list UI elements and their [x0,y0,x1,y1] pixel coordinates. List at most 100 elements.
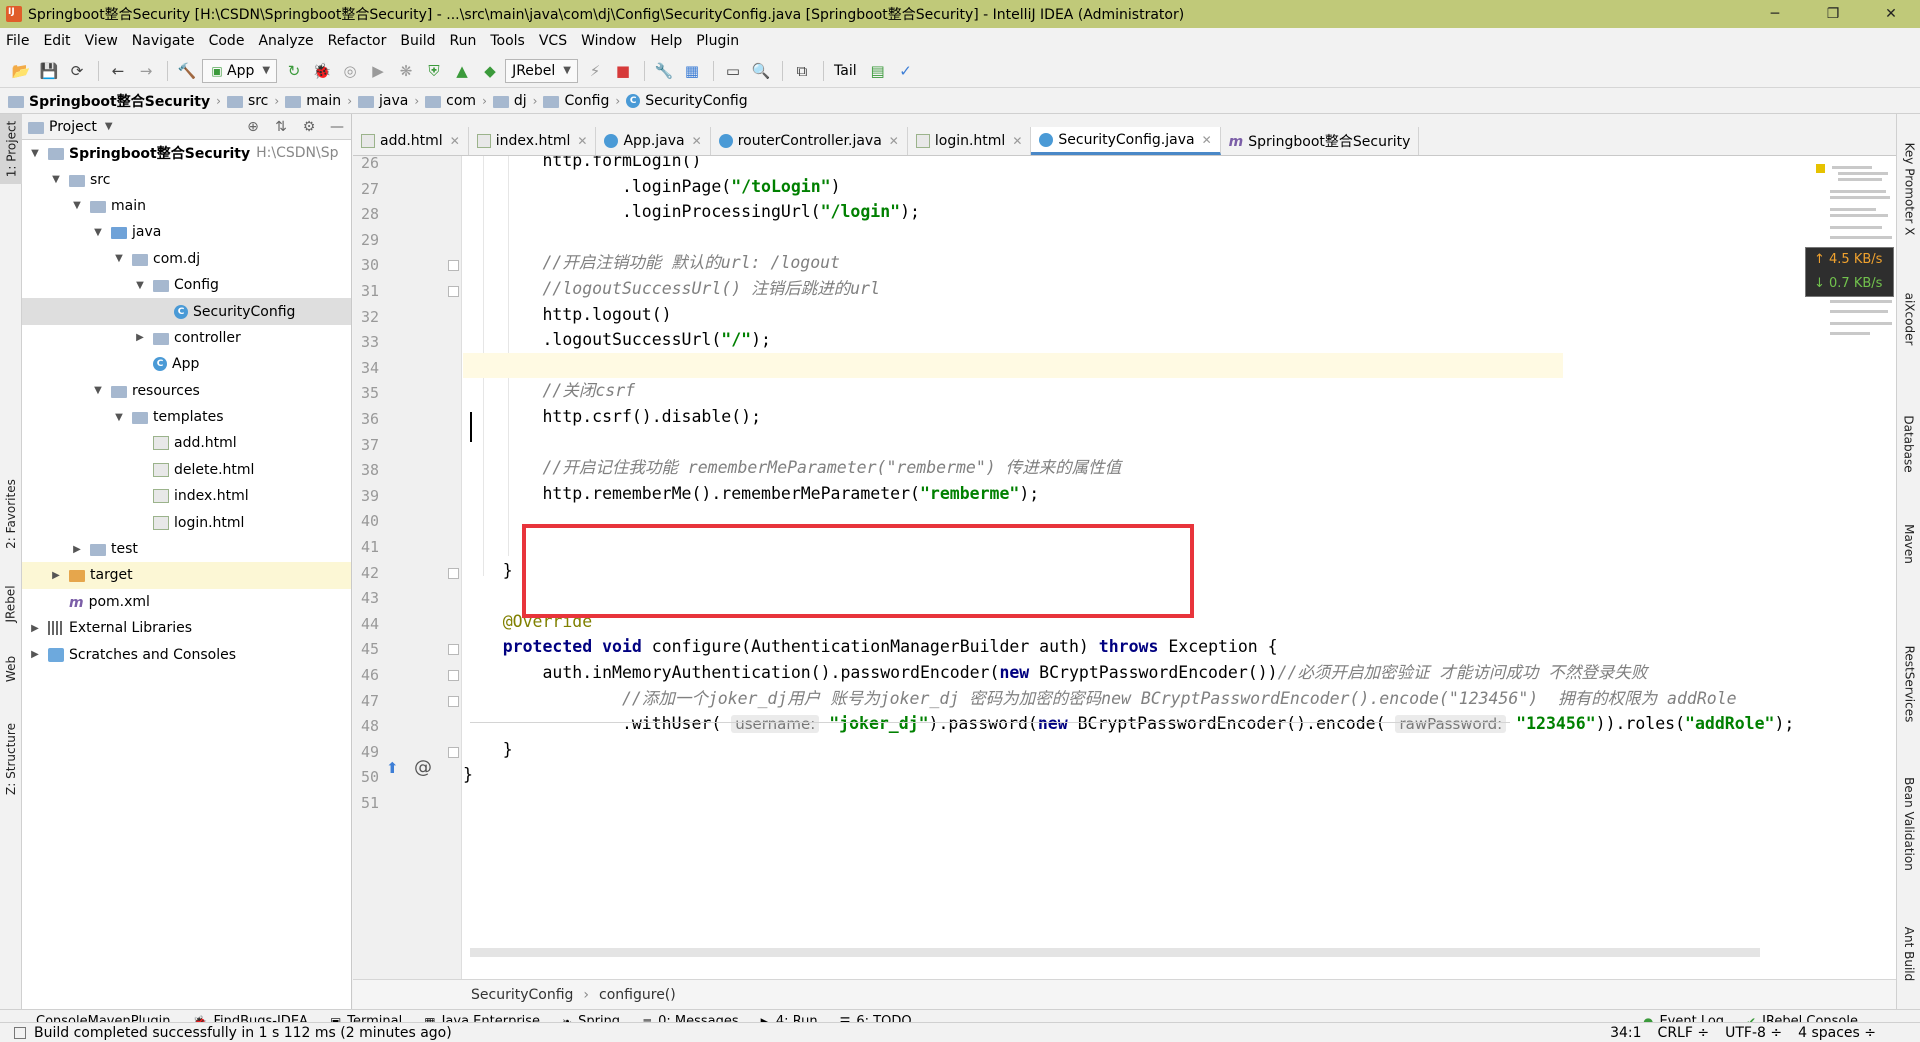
check-circle-icon[interactable]: ✓ [893,58,919,84]
code-line[interactable]: auth.inMemoryAuthentication().passwordEn… [463,660,1647,686]
settings-wrench-icon[interactable]: 🔧 [651,58,677,84]
menu-window[interactable]: Window [581,33,636,49]
menu-refactor[interactable]: Refactor [328,33,387,49]
close-tab-icon[interactable]: ✕ [692,134,702,148]
indent-setting[interactable]: 4 spaces ÷ [1798,1025,1876,1041]
chevron-down-icon[interactable]: ▼ [105,121,113,132]
jrebel-select[interactable]: JRebel ▼ [505,58,578,83]
breadcrumb-method[interactable]: configure() [599,987,676,1003]
tree-item[interactable]: ▶ External Libraries [22,615,351,641]
menu-vcs[interactable]: VCS [539,33,567,49]
collapse-all-icon[interactable]: ⇅ [267,119,295,135]
menu-help[interactable]: Help [650,33,682,49]
tree-item[interactable]: ▶ target [22,562,351,589]
tree-item[interactable]: ▶ test [22,536,351,562]
editor-tab[interactable]: App.java ✕ [596,127,711,155]
sync-icon[interactable]: ⟳ [64,58,90,84]
menu-navigate[interactable]: Navigate [132,33,195,49]
tree-item[interactable]: ▼ main [22,193,351,219]
tool-tab-favorites[interactable]: 2: Favorites [0,469,22,559]
expand-arrow-icon[interactable]: ▼ [91,227,105,238]
expand-arrow-icon[interactable]: ▼ [28,148,42,159]
menu-analyze[interactable]: Analyze [258,33,313,49]
tree-item[interactable]: ▼ Springboot整合Security H:\CSDN\Sp [22,140,351,166]
terminal-icon[interactable]: ▭ [720,58,746,84]
forward-icon[interactable]: → [133,58,159,84]
close-tab-icon[interactable]: ✕ [1202,133,1212,147]
debug-bug-icon[interactable]: 🐞 [309,58,335,84]
editor-tab[interactable]: m Springboot整合Security [1221,127,1420,155]
tree-item[interactable]: index.html [22,483,351,509]
tool-tab-bean-validation[interactable]: Bean Validation [1897,764,1920,884]
close-tab-icon[interactable]: ✕ [1012,134,1022,148]
horizontal-scrollbar[interactable] [470,948,1760,957]
tree-item[interactable]: ▶ Scratches and Consoles [22,641,351,667]
code-line[interactable] [463,430,1563,456]
tree-item[interactable]: ▶ controller [22,325,351,351]
fold-marker-icon[interactable] [448,670,459,681]
code-line[interactable]: http.csrf().disable(); [463,404,1563,430]
tool-tab-restservices[interactable]: RestServices [1897,634,1920,734]
expand-arrow-icon[interactable]: ▼ [112,412,126,423]
expand-arrow-icon[interactable]: ▼ [70,200,84,211]
maximize-button[interactable]: ❐ [1804,0,1862,28]
project-structure-icon[interactable]: ▦ [679,58,705,84]
tail-button[interactable]: Tail [834,63,857,79]
at-annotation-icon[interactable]: @ [414,757,432,778]
code-line[interactable] [463,352,1563,379]
tree-item[interactable]: delete.html [22,457,351,483]
menu-build[interactable]: Build [400,33,435,49]
close-tab-icon[interactable]: ✕ [450,134,460,148]
code-line[interactable]: //开启记住我功能 rememberMeParameter("remberme"… [463,455,1563,481]
rerun-icon[interactable]: ↻ [281,58,307,84]
nav-crumb[interactable]: java [358,93,408,109]
tree-item[interactable]: ▼ com.dj [22,246,351,272]
back-icon[interactable]: ← [105,58,131,84]
code-line[interactable]: .logoutSuccessUrl("/"); [463,327,1563,353]
build-hammer-icon[interactable]: 🔨 [174,58,200,84]
nav-crumb[interactable]: Config [543,93,609,109]
plugin-icon[interactable]: ⧉ [789,58,815,84]
nav-crumb[interactable]: com [425,93,476,109]
tree-item[interactable]: add.html [22,430,351,456]
menu-view[interactable]: View [85,33,118,49]
nav-crumb[interactable]: Springboot整合Security [8,91,210,111]
tree-item[interactable]: ▼ templates [22,404,351,430]
open-folder-icon[interactable]: 📂 [8,58,34,84]
code-line[interactable]: //添加一个joker_dj用户 账号为joker_dj 密码为加密的密码new… [463,686,1737,712]
tool-tab-database[interactable]: Database [1897,404,1920,484]
code-line[interactable]: //关闭csrf [463,378,1563,404]
breadcrumb-class[interactable]: SecurityConfig [471,987,573,1003]
locate-target-icon[interactable]: ⊕ [239,119,267,135]
expand-arrow-icon[interactable]: ▼ [91,385,105,396]
code-line[interactable]: http.logout() [463,302,1563,328]
tree-item[interactable]: C App [22,351,351,377]
close-tab-icon[interactable]: ✕ [889,134,899,148]
tool-tab-structure[interactable]: Z: Structure [0,714,22,804]
file-encoding[interactable]: UTF-8 ÷ [1725,1025,1782,1041]
tool-tab-key-promoter[interactable]: Key Promoter X [1897,134,1920,244]
expand-arrow-icon[interactable]: ▼ [133,280,147,291]
tool-tab-jrebel[interactable]: JRebel [0,574,22,634]
tool-tab-aixcoder[interactable]: aiXcoder [1897,284,1920,354]
expand-arrow-icon[interactable]: ▼ [112,253,126,264]
nav-crumb[interactable]: src [226,93,268,109]
monitor-icon[interactable]: ▤ [865,58,891,84]
code-line[interactable] [463,225,1563,251]
tool-tab-maven[interactable]: Maven [1897,514,1920,574]
code-line[interactable]: //开启注销功能 默认的url: /logout [463,250,1563,276]
menu-run[interactable]: Run [450,33,477,49]
code-line[interactable]: protected void configure(AuthenticationM… [463,634,1563,660]
tool-tab-project[interactable]: 1: Project [0,114,22,184]
code-line[interactable]: } [463,762,1563,788]
close-window-button[interactable]: ✕ [1862,0,1920,28]
expand-arrow-icon[interactable]: ▼ [49,174,63,185]
fold-marker-icon[interactable] [448,567,459,579]
editor-tab[interactable]: login.html ✕ [908,127,1032,155]
gear-icon[interactable]: ⚙ [295,119,323,135]
minimize-button[interactable]: ─ [1746,0,1804,28]
status-toggle-icon[interactable] [14,1026,26,1039]
expand-arrow-icon[interactable]: ▶ [28,649,42,660]
editor-tab[interactable]: index.html ✕ [469,127,597,155]
tree-item[interactable]: ▼ resources [22,378,351,404]
